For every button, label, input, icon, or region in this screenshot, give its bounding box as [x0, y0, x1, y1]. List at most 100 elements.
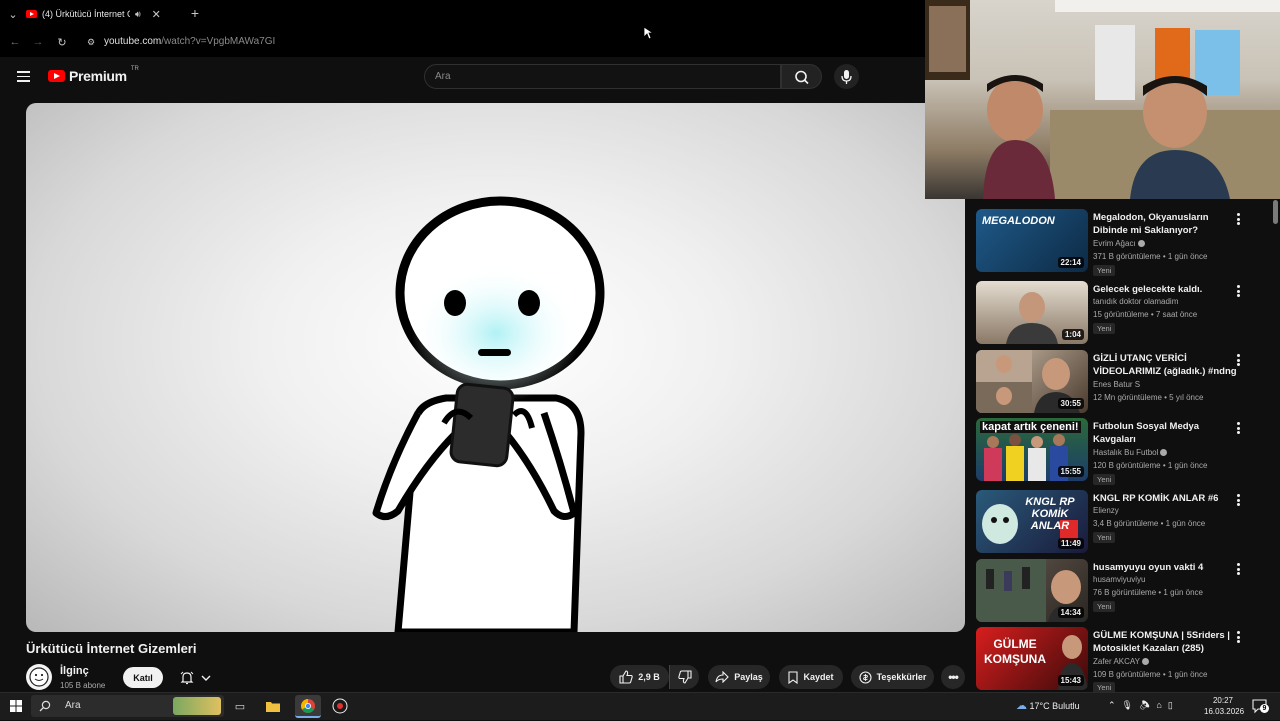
- list-item[interactable]: KNGL RP KOMİK ANLAR 11:49 KNGL RP KOMİK …: [976, 490, 1266, 556]
- channel-name: Zafer AKCAY: [1093, 656, 1149, 668]
- forward-icon[interactable]: →: [31, 35, 45, 49]
- verified-icon: [1141, 658, 1149, 666]
- video-thumbnail[interactable]: 30:55: [976, 350, 1088, 413]
- like-button[interactable]: 2,9 B: [610, 665, 669, 689]
- join-button[interactable]: Katıl: [123, 667, 163, 688]
- notification-center-button[interactable]: 9: [1252, 698, 1269, 714]
- video-thumbnail[interactable]: 14:34: [976, 559, 1088, 622]
- chevron-down-icon: [201, 675, 211, 681]
- video-thumbnail[interactable]: 1:04: [976, 281, 1088, 344]
- youtube-play-icon: [48, 70, 65, 82]
- sidebar-scrollbar[interactable]: [1271, 199, 1280, 691]
- mouse-cursor-icon: [643, 26, 653, 40]
- list-item[interactable]: 14:34 husamyuyu oyun vakti 4 husamviyuvi…: [976, 559, 1266, 625]
- video-stats: 371 B görüntüleme • 1 gün önce: [1093, 252, 1208, 261]
- more-vertical-icon[interactable]: [1236, 631, 1240, 643]
- chrome-icon: [301, 699, 315, 713]
- channel-name: Elienzy: [1093, 506, 1119, 515]
- windows-start-icon[interactable]: [7, 697, 25, 715]
- back-icon[interactable]: ←: [8, 35, 22, 49]
- share-button[interactable]: Paylaş: [708, 665, 770, 689]
- more-vertical-icon[interactable]: [1236, 285, 1240, 297]
- logo-text: Premium: [69, 68, 127, 84]
- video-stats: 12 Mn görüntüleme • 5 yıl önce: [1093, 393, 1204, 402]
- subscription-bell-button[interactable]: [170, 667, 220, 688]
- url-field[interactable]: youtube.com/watch?v=VpgbMAWa7GI: [104, 36, 275, 47]
- video-duration: 14:34: [1057, 607, 1084, 618]
- voice-search-button[interactable]: [834, 64, 859, 89]
- more-vertical-icon[interactable]: [1236, 354, 1240, 366]
- thanks-label: Teşekkürler: [876, 672, 927, 682]
- video-title: Futbolun Sosyal Medya Kavgaları: [1093, 421, 1200, 445]
- reload-icon[interactable]: ↻: [55, 35, 69, 49]
- search-button[interactable]: [781, 64, 822, 89]
- url-domain: youtube.com: [104, 36, 162, 47]
- clock-time: 20:27: [1212, 696, 1234, 705]
- save-label: Kaydet: [803, 672, 834, 682]
- video-thumbnail[interactable]: kapat artık çeneni! 15:55: [976, 418, 1088, 481]
- url-path: /watch?v=VpgbMAWa7GI: [161, 36, 276, 47]
- recording-app-icon[interactable]: [331, 697, 349, 715]
- channel-name: Evrim Ağacı: [1093, 238, 1145, 250]
- close-tab-icon[interactable]: ✕: [152, 8, 161, 21]
- list-item[interactable]: 30:55 GİZLİ UTANÇ VERİCİ VİDEOLARIMIZ (a…: [976, 350, 1266, 416]
- thumbs-up-icon: [619, 670, 633, 684]
- search-input[interactable]: Ara: [424, 64, 781, 89]
- youtube-favicon-icon: [26, 10, 37, 18]
- chevron-up-icon: ⌃: [1108, 700, 1122, 710]
- task-view-icon[interactable]: ▭: [231, 697, 249, 715]
- video-player[interactable]: [26, 103, 965, 632]
- channel-name[interactable]: İlginç: [60, 665, 89, 677]
- more-vertical-icon[interactable]: [1236, 213, 1240, 225]
- browser-tab[interactable]: (4) Ürkütücü İnternet Gizemleri 🔊︎ ✕: [26, 4, 184, 24]
- video-thumbnail[interactable]: MEGALODON 22:14: [976, 209, 1088, 272]
- new-badge: Yeni: [1093, 265, 1116, 276]
- video-thumbnail[interactable]: KNGL RP KOMİK ANLAR 11:49: [976, 490, 1088, 553]
- share-icon: [715, 671, 730, 683]
- video-thumbnail[interactable]: GÜLME KOMŞUNA 15:43: [976, 627, 1088, 690]
- webcam-overlay: [925, 0, 1280, 199]
- bookmark-icon: [788, 670, 799, 684]
- file-explorer-icon[interactable]: [264, 697, 282, 715]
- clock[interactable]: 20:27 16.03.2026: [1204, 695, 1244, 717]
- video-frame-character: [372, 196, 605, 632]
- channel-avatar[interactable]: [26, 664, 52, 690]
- video-duration: 22:14: [1057, 257, 1084, 268]
- chrome-taskbar-button[interactable]: [295, 695, 321, 718]
- tab-list-chevron-icon[interactable]: ⌄: [6, 7, 20, 21]
- youtube-premium-logo[interactable]: Premium TR: [48, 66, 139, 84]
- more-horizontal-icon: •••: [948, 670, 959, 684]
- notification-count: 9: [1260, 704, 1269, 713]
- share-label: Paylaş: [734, 672, 763, 682]
- more-vertical-icon[interactable]: [1236, 494, 1240, 506]
- video-stats: 120 B görüntüleme • 1 gün önce: [1093, 461, 1208, 470]
- more-actions-button[interactable]: •••: [941, 665, 965, 689]
- list-item[interactable]: GÜLME KOMŞUNA 15:43 GÜLME KOMŞUNA | 5Sri…: [976, 627, 1266, 693]
- channel-name: Hastalık Bu Futbol: [1093, 447, 1168, 459]
- video-stats: 15 görüntüleme • 7 saat önce: [1093, 310, 1198, 319]
- save-button[interactable]: Kaydet: [779, 665, 843, 689]
- new-tab-icon[interactable]: +: [188, 5, 202, 21]
- menu-icon[interactable]: [17, 71, 30, 82]
- list-item[interactable]: MEGALODON 22:14 Megalodon, Okyanusların …: [976, 209, 1266, 276]
- site-info-icon[interactable]: ⚙︎: [85, 36, 97, 48]
- list-item[interactable]: 1:04 Gelecek gelecekte kaldı. tanıdık do…: [976, 281, 1266, 347]
- new-badge: Yeni: [1093, 323, 1116, 334]
- more-vertical-icon[interactable]: [1236, 563, 1240, 575]
- weather-widget[interactable]: ☁ 17°C Bulutlu: [1016, 699, 1080, 712]
- system-tray-icons[interactable]: ⌃🎙︎🔈︎⌂▯: [1108, 700, 1179, 711]
- mic-tray-icon: 🎙︎: [1121, 700, 1139, 710]
- video-duration: 15:43: [1057, 675, 1084, 686]
- scrollbar-thumb[interactable]: [1273, 200, 1278, 224]
- taskbar-search[interactable]: Ara: [31, 695, 224, 717]
- list-item[interactable]: kapat artık çeneni! 15:55 Futbolun Sosya…: [976, 418, 1266, 485]
- speaker-icon[interactable]: 🔊︎: [135, 9, 141, 20]
- thanks-button[interactable]: Teşekkürler: [851, 665, 934, 689]
- video-title: Megalodon, Okyanusların Dibinde mi Sakla…: [1093, 212, 1209, 236]
- tab-title: (4) Ürkütücü İnternet Gizemleri: [42, 9, 130, 19]
- video-stats: 3,4 B görüntüleme • 1 gün önce: [1093, 519, 1206, 528]
- dislike-button[interactable]: [669, 665, 699, 689]
- video-stats: 109 B görüntüleme • 1 gün önce: [1093, 670, 1208, 679]
- weather-text: 17°C Bulutlu: [1029, 701, 1080, 711]
- more-vertical-icon[interactable]: [1236, 422, 1240, 434]
